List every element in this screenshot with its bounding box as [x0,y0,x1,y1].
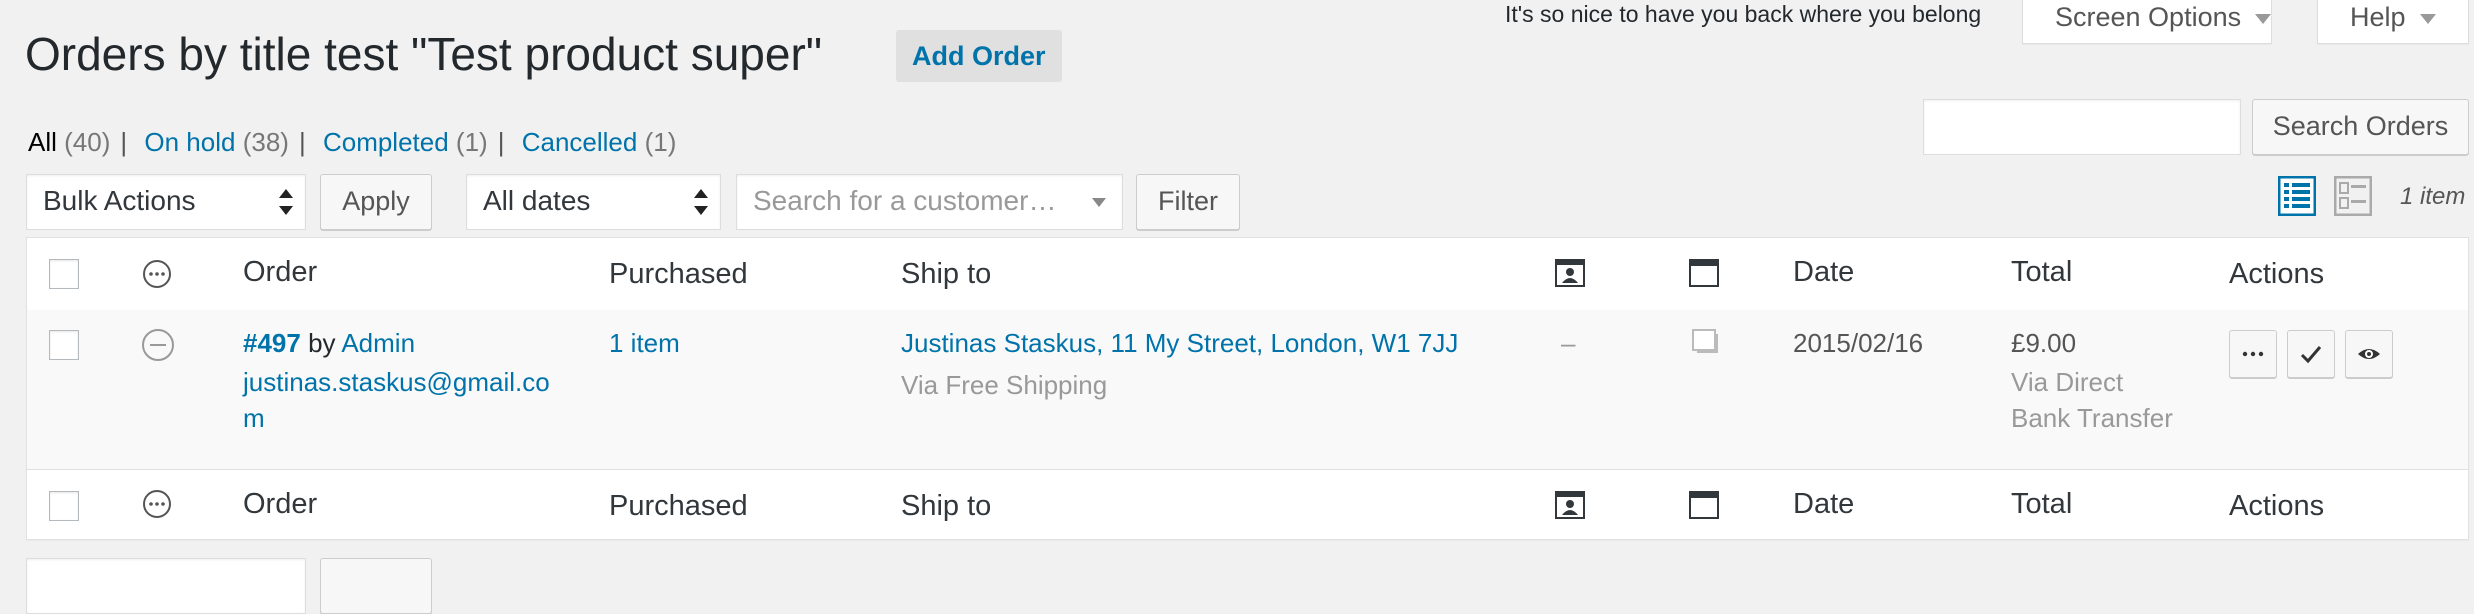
select-all-checkbox-footer[interactable] [49,491,79,521]
column-actions-footer: Actions [2229,490,2325,522]
item-count: 1 item [2400,183,2466,210]
table-header-row: Order Purchased Ship to Date Total Actio… [27,238,2468,311]
separator: | [120,127,128,157]
help-label: Help [2350,2,2406,32]
add-order-button[interactable]: Add Order [896,30,1062,82]
order-customer-link[interactable]: Admin [341,328,415,358]
caret-down-icon [2419,13,2436,24]
greeting-text: It's so nice to have you back where you … [1505,1,1982,27]
select-arrows-icon [279,189,293,215]
column-date-footer[interactable]: Date [1793,488,1854,521]
column-order-footer[interactable]: Order [243,488,317,521]
bulk-actions-select-bottom[interactable] [26,558,306,614]
order-by-label: by [308,328,336,358]
id-card-icon [1555,259,1585,287]
bulk-actions-value: Bulk Actions [43,185,196,216]
billing-address: – [1561,328,1576,358]
processing-action-button[interactable] [2229,330,2277,378]
check-icon [2300,346,2322,364]
minus-circle-icon [142,329,174,361]
table-footer-row: Order Purchased Ship to Date Total Actio… [27,469,2468,542]
select-all-checkbox[interactable] [49,259,79,289]
bulk-actions-select[interactable]: Bulk Actions [26,174,306,230]
orders-table: Order Purchased Ship to Date Total Actio… [26,237,2469,540]
select-arrows-icon [694,189,708,215]
screen-options-label: Screen Options [2055,2,2242,32]
column-ship-to-footer: Ship to [901,490,992,522]
status-link-cancelled[interactable]: Cancelled (1) [522,127,677,157]
ellipsis-icon [2242,351,2264,357]
order-title: #497 by Admin [243,324,415,362]
separator: | [298,127,306,157]
note-icon [1692,329,1718,353]
dates-select[interactable]: All dates [466,174,721,230]
order-date: 2015/02/16 [1793,328,1924,358]
caret-down-icon [2255,13,2272,24]
apply-button-bottom[interactable] [320,558,432,614]
filter-button[interactable]: Filter [1136,174,1240,230]
separator: | [497,127,505,157]
column-purchased-footer: Purchased [609,490,748,522]
ship-to-address-link[interactable]: Justinas Staskus, 11 My Street, London, … [901,324,1458,362]
eye-icon [2358,349,2380,359]
id-card-icon [1555,491,1585,519]
screen-options-button[interactable]: Screen Options [2022,0,2272,44]
ellipsis-circle-icon[interactable] [142,489,172,519]
help-button[interactable]: Help [2317,0,2469,44]
column-purchased: Purchased [609,258,748,290]
view-action-button[interactable] [2345,330,2393,378]
order-total: £9.00 [2011,328,2077,358]
payment-method: Via Direct Bank Transfer [2011,367,2173,433]
column-order[interactable]: Order [243,256,317,289]
column-date[interactable]: Date [1793,256,1854,289]
table-row: #497 by Admin justinas.staskus@gmail.co m… [27,310,2468,469]
excerpt-view-icon[interactable] [2334,176,2372,216]
window-icon [1689,259,1719,287]
list-view-icon[interactable] [2278,176,2316,216]
apply-button[interactable]: Apply [320,174,432,230]
status-link-on-hold[interactable]: On hold (38) [144,127,289,157]
dates-value: All dates [483,185,591,216]
order-number-link[interactable]: #497 [243,328,301,358]
ellipsis-circle-icon[interactable] [142,259,172,289]
page-title: Orders by title test "Test product super… [25,28,823,80]
status-link-all[interactable]: All (40) [28,127,110,157]
status-link-completed[interactable]: Completed (1) [323,127,488,157]
row-checkbox[interactable] [49,330,79,360]
status-filter-links: All (40) | On hold (38) | Completed (1) | C… [28,126,676,158]
customer-search-select[interactable]: Search for a customer… [736,174,1123,230]
column-total[interactable]: Total [2011,256,2072,289]
search-orders-button[interactable]: Search Orders [2252,99,2469,155]
customer-search-placeholder: Search for a customer… [753,185,1057,216]
search-orders-input[interactable] [1923,99,2241,155]
window-icon [1689,491,1719,519]
caret-down-icon [1092,198,1106,207]
ship-method: Via Free Shipping [901,370,1108,400]
purchased-items-link[interactable]: 1 item [609,324,680,362]
column-total-footer[interactable]: Total [2011,488,2072,521]
column-ship-to: Ship to [901,258,992,290]
complete-action-button[interactable] [2287,330,2335,378]
column-actions: Actions [2229,258,2325,290]
order-email-link[interactable]: justinas.staskus@gmail.co m [243,364,550,436]
